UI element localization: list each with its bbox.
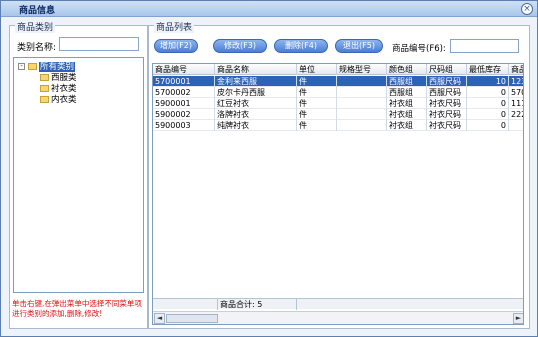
cell-extra: 570 [509,87,523,98]
cell-unit: 件 [297,98,337,109]
cell-name: 红豆衬衣 [215,98,297,109]
tree-item-label: 内衣类 [51,95,77,105]
column-header[interactable]: 颜色组 [387,64,427,75]
cell-unit: 件 [297,120,337,131]
column-header[interactable]: 最低库存 [467,64,509,75]
cell-min-stock: 0 [467,87,509,98]
cell-spec [337,87,387,98]
cell-color-group: 衬衣组 [387,120,427,131]
scroll-right-icon[interactable]: ► [513,313,523,324]
exit-button[interactable]: 退出(F5) [335,39,383,53]
tree-item-underwear[interactable]: 内衣类 [40,93,77,105]
cell-color-group: 西服组 [387,87,427,98]
table-row[interactable]: 5900002 洛牌衬衣 件 衬衣组 衬衣尺码 0 2223 [153,109,523,120]
cell-color-group: 衬衣组 [387,98,427,109]
category-search-label: 类别名称: [17,43,57,53]
cell-code: 5900002 [153,109,215,120]
cell-min-stock: 0 [467,109,509,120]
cell-code: 5700001 [153,76,215,87]
cell-name: 金利来西服 [215,76,297,87]
table-footer: 商品合计: 5 [153,298,523,310]
cell-size-group: 西服尺码 [427,76,467,87]
scroll-left-icon[interactable]: ◄ [154,313,165,324]
product-code-label: 商品编号(F6): [392,44,446,54]
cell-extra: 2223 [509,109,523,120]
cell-code: 5700002 [153,87,215,98]
product-total: 商品合计: 5 [217,299,297,310]
cell-size-group: 衬衣尺码 [427,120,467,131]
cell-unit: 件 [297,76,337,87]
cell-spec [337,109,387,120]
product-info-window: 商品信息 × 商品类别 类别名称: - 所有类别 西服类 衬衣类 内衣类 单击右… [0,0,538,337]
cell-min-stock: 10 [467,76,509,87]
column-header[interactable]: 商品名称 [215,64,297,75]
category-search-input[interactable] [59,37,139,51]
column-header[interactable]: 规格型号 [337,64,387,75]
cell-name: 纯牌衬衣 [215,120,297,131]
column-header[interactable]: 单位 [297,64,337,75]
cell-code: 5900003 [153,120,215,131]
window-title: 商品信息 [19,6,56,16]
cell-extra: 1111 [509,98,523,109]
table-row[interactable]: 5700001 金利来西服 件 西服组 西服尺码 10 123 [153,76,523,87]
product-group-label: 商品列表 [154,20,195,33]
edit-button[interactable]: 修改(F3) [213,39,267,53]
cell-code: 5900001 [153,98,215,109]
cell-size-group: 衬衣尺码 [427,98,467,109]
cell-spec [337,120,387,131]
title-bar: 商品信息 × [1,1,537,17]
cell-extra [509,120,523,131]
cell-unit: 件 [297,109,337,120]
column-header[interactable]: 尺码组 [427,64,467,75]
horizontal-scrollbar[interactable]: ◄ ► [153,311,523,324]
delete-button[interactable]: 删除(F4) [274,39,328,53]
scroll-thumb[interactable] [166,314,218,323]
cell-extra: 123 [509,76,523,87]
folder-icon [40,85,49,92]
cell-size-group: 衬衣尺码 [427,109,467,120]
cell-spec [337,98,387,109]
tree-item-shirts[interactable]: 衬衣类 [40,82,77,94]
cell-size-group: 西服尺码 [427,87,467,98]
category-hint-text: 单击右键,在弹出菜单中选择不同菜单项进行类别的添加,删除,修改! [12,299,142,318]
close-button[interactable]: × [521,3,533,15]
product-code-input[interactable] [450,39,519,53]
cell-name: 洛牌衬衣 [215,109,297,120]
cell-name: 皮尔卡丹西服 [215,87,297,98]
folder-icon [40,74,49,81]
column-header[interactable]: 商品编号 [153,64,215,75]
cell-min-stock: 0 [467,98,509,109]
table-row[interactable]: 5700002 皮尔卡丹西服 件 西服组 西服尺码 0 570 [153,87,523,98]
table-header: 商品编号 商品名称 单位 规格型号 颜色组 尺码组 最低库存 商品 [153,64,523,75]
cell-unit: 件 [297,87,337,98]
folder-icon [28,63,37,70]
category-tree[interactable]: - 所有类别 西服类 衬衣类 内衣类 [13,57,144,293]
category-group-label: 商品类别 [15,20,56,33]
cell-min-stock: 0 [467,120,509,131]
folder-icon [40,96,49,103]
column-header[interactable]: 商品 [509,64,523,75]
collapse-icon[interactable]: - [18,63,25,70]
table-row[interactable]: 5900001 红豆衬衣 件 衬衣组 衬衣尺码 0 1111 [153,98,523,109]
cell-color-group: 西服组 [387,76,427,87]
cell-color-group: 衬衣组 [387,109,427,120]
cell-spec [337,76,387,87]
add-button[interactable]: 增加(F2) [154,39,198,53]
tree-item-suits[interactable]: 西服类 [40,71,77,83]
table-row[interactable]: 5900003 纯牌衬衣 件 衬衣组 衬衣尺码 0 [153,120,523,131]
product-table[interactable]: 商品编号 商品名称 单位 规格型号 颜色组 尺码组 最低库存 商品 570000… [152,63,524,325]
